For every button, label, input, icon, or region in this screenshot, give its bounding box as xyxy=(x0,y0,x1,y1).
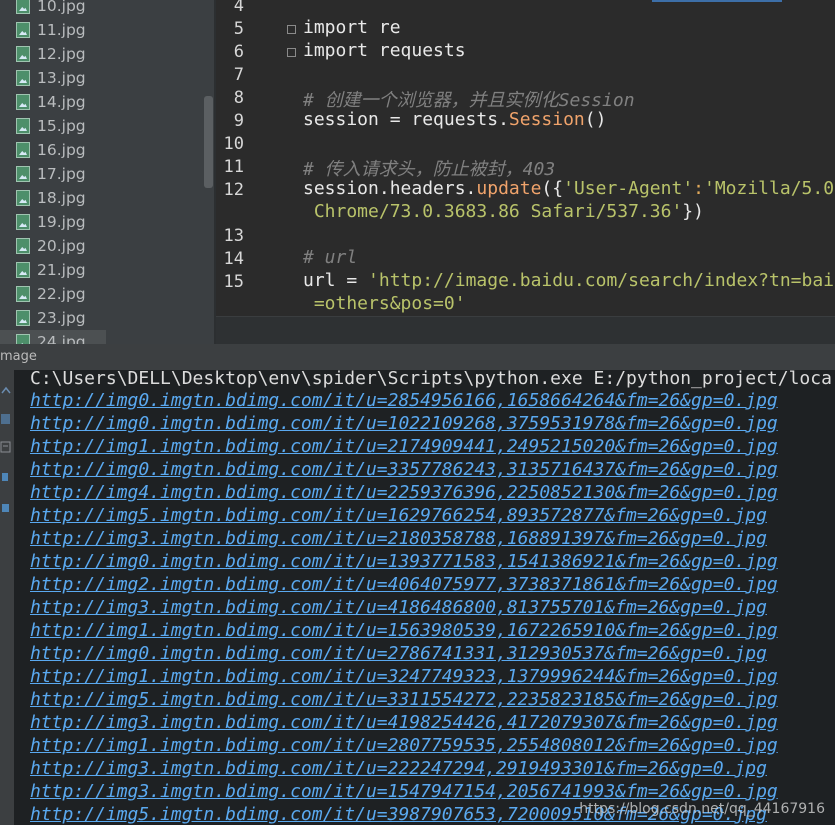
tree-file[interactable]: 20.jpg xyxy=(16,234,86,258)
line-number: 7 xyxy=(233,65,244,85)
code-line: url = 'http://image.baidu.com/search/ind… xyxy=(303,270,835,291)
image-file-icon xyxy=(16,262,30,278)
image-file-icon xyxy=(16,46,30,62)
console-url-link[interactable]: http://img2.imgtn.bdimg.com/it/u=4064075… xyxy=(30,574,778,595)
line-number: 9 xyxy=(233,111,244,131)
line-number: 6 xyxy=(233,42,244,62)
console-url-link[interactable]: http://img3.imgtn.bdimg.com/it/u=4198254… xyxy=(30,712,778,733)
line-number: 4 xyxy=(233,0,244,16)
rerun-icon[interactable] xyxy=(0,412,12,426)
tree-file[interactable]: 19.jpg xyxy=(16,210,86,234)
line-number: 11 xyxy=(223,157,244,177)
console-url-link[interactable]: http://img5.imgtn.bdimg.com/it/u=1629766… xyxy=(30,505,767,526)
tree-file[interactable]: 13.jpg xyxy=(16,66,86,90)
code-line: import re xyxy=(303,17,401,38)
tree-file[interactable]: 23.jpg xyxy=(16,306,86,330)
console-command-line: C:\Users\DELL\Desktop\env\spider\Scripts… xyxy=(30,370,832,389)
console-url-link[interactable]: http://img0.imgtn.bdimg.com/it/u=2854956… xyxy=(30,390,778,411)
tree-file[interactable]: 22.jpg xyxy=(16,282,86,306)
image-file-icon xyxy=(16,310,30,326)
image-file-icon xyxy=(16,286,30,302)
code-line: session = requests.Session() xyxy=(303,109,607,130)
line-number: 12 xyxy=(223,180,244,200)
tree-file[interactable]: 14.jpg xyxy=(16,90,86,114)
console-url-link[interactable]: http://img1.imgtn.bdimg.com/it/u=1563980… xyxy=(30,620,778,641)
code-line: import requests xyxy=(303,40,466,61)
pin-icon[interactable] xyxy=(0,470,12,484)
console-url-link[interactable]: http://img3.imgtn.bdimg.com/it/u=2180358… xyxy=(30,528,767,549)
console-url-link[interactable]: http://img4.imgtn.bdimg.com/it/u=2259376… xyxy=(30,482,778,503)
run-panel-header: mage xyxy=(0,344,835,371)
line-number: 10 xyxy=(223,134,244,154)
console-url-link[interactable]: http://img1.imgtn.bdimg.com/it/u=2174909… xyxy=(30,436,778,457)
console-url-link[interactable]: http://img0.imgtn.bdimg.com/it/u=2786741… xyxy=(30,643,767,664)
run-tab-title[interactable]: mage xyxy=(0,349,37,364)
console-url-link[interactable]: http://img3.imgtn.bdimg.com/it/u=4186486… xyxy=(30,597,767,618)
run-console[interactable]: C:\Users\DELL\Desktop\env\spider\Scripts… xyxy=(14,370,835,825)
editor-horizontal-scrollbar[interactable] xyxy=(216,316,835,344)
line-number: 14 xyxy=(223,249,244,269)
image-file-icon xyxy=(16,238,30,254)
image-file-icon xyxy=(16,214,30,230)
code-editor[interactable]: 4 5 6 7 8 9 10 11 12 13 14 15 import re … xyxy=(216,0,835,344)
code-line-wrapped: =others&pos=0' xyxy=(303,293,466,314)
console-url-link[interactable]: http://img0.imgtn.bdimg.com/it/u=3357786… xyxy=(30,459,778,480)
console-url-link[interactable]: http://img3.imgtn.bdimg.com/it/u=1547947… xyxy=(30,781,778,802)
line-number: 8 xyxy=(233,88,244,108)
console-url-link[interactable]: http://img0.imgtn.bdimg.com/it/u=1393771… xyxy=(30,551,778,572)
code-comment: # url xyxy=(303,247,358,268)
run-toolbar xyxy=(0,370,14,825)
image-file-icon xyxy=(16,334,30,344)
console-url-link[interactable]: http://img1.imgtn.bdimg.com/it/u=2807759… xyxy=(30,735,778,756)
image-file-icon xyxy=(16,22,30,38)
fold-toggle-icon[interactable] xyxy=(287,25,296,34)
line-number: 5 xyxy=(233,19,244,39)
image-file-icon xyxy=(16,70,30,86)
image-file-icon xyxy=(16,190,30,206)
tree-file[interactable]: 11.jpg xyxy=(16,18,86,42)
tree-file[interactable]: 21.jpg xyxy=(16,258,86,282)
code-line: session.headers.update({'User-Agent':'Mo… xyxy=(303,178,835,199)
image-file-icon xyxy=(16,142,30,158)
tree-file[interactable]: 15.jpg xyxy=(16,114,86,138)
image-file-icon xyxy=(16,166,30,182)
editor-tab-indicator xyxy=(652,0,782,2)
soft-wrap-icon[interactable] xyxy=(0,440,12,454)
console-url-link[interactable]: http://img0.imgtn.bdimg.com/it/u=1022109… xyxy=(30,413,778,434)
image-file-icon xyxy=(16,118,30,134)
scroll-up-icon[interactable] xyxy=(0,384,12,398)
image-file-icon xyxy=(16,0,30,14)
line-number: 13 xyxy=(223,226,244,246)
line-number: 15 xyxy=(223,272,244,292)
watermark: https://blog.csdn.net/qq_44167916 xyxy=(579,801,825,817)
project-tree: 10.jpg 11.jpg 12.jpg 13.jpg 14.jpg 15.jp… xyxy=(0,0,216,344)
console-url-link[interactable]: http://img5.imgtn.bdimg.com/it/u=3311554… xyxy=(30,689,778,710)
console-url-link[interactable]: http://img3.imgtn.bdimg.com/it/u=2222472… xyxy=(30,758,767,779)
print-icon[interactable] xyxy=(0,500,12,514)
tree-file[interactable]: 16.jpg xyxy=(16,138,86,162)
fold-toggle-icon[interactable] xyxy=(287,48,296,57)
tree-file[interactable]: 10.jpg xyxy=(16,0,86,18)
image-file-icon xyxy=(16,94,30,110)
code-line-wrapped: Chrome/73.0.3683.86 Safari/537.36'}) xyxy=(303,201,704,222)
tree-file[interactable]: 17.jpg xyxy=(16,162,86,186)
tree-file[interactable]: 18.jpg xyxy=(16,186,86,210)
tree-scrollbar[interactable] xyxy=(204,96,213,188)
console-url-link[interactable]: http://img1.imgtn.bdimg.com/it/u=3247749… xyxy=(30,666,778,687)
tree-file[interactable]: 12.jpg xyxy=(16,42,86,66)
tree-file-selected[interactable]: 24.jpg xyxy=(0,330,106,344)
